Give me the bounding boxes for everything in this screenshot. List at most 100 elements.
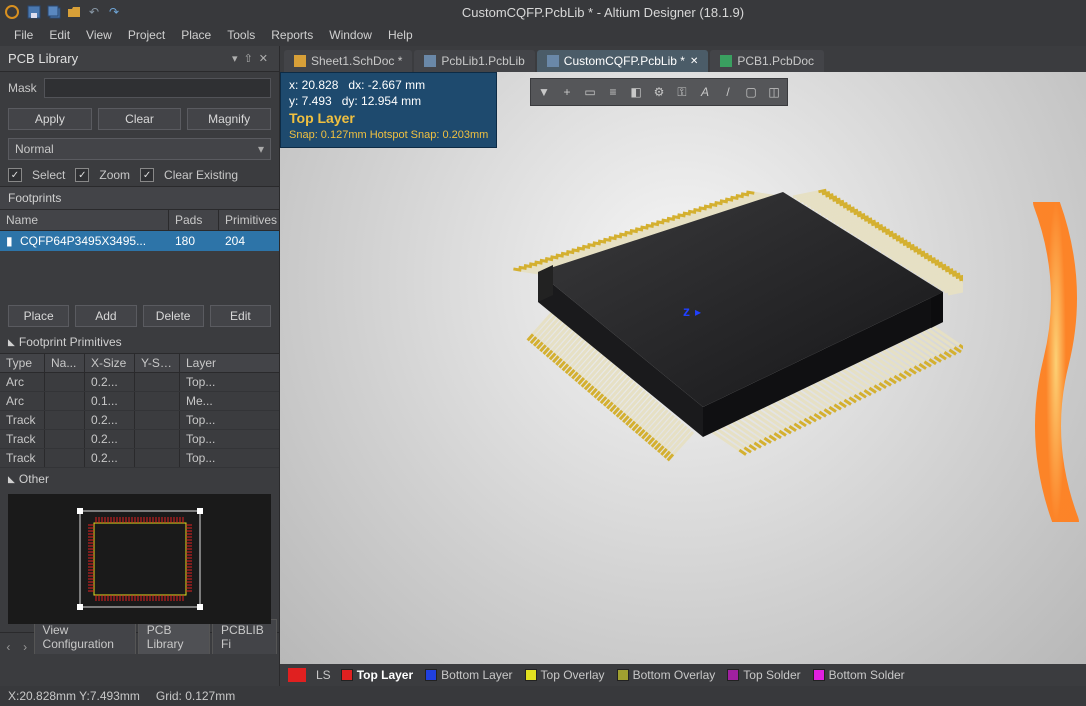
tab-scroll-left-icon[interactable]: ‹ xyxy=(0,640,17,654)
footprints-header: Footprints xyxy=(0,186,279,209)
footprint-preview[interactable] xyxy=(8,494,271,624)
zoom-label: Zoom xyxy=(99,168,130,182)
document-tabs: Sheet1.SchDoc * PcbLib1.PcbLib CustomCQFP.… xyxy=(280,46,1086,72)
eraser-icon[interactable]: ◧ xyxy=(625,81,647,103)
tab-close-icon[interactable]: ✕ xyxy=(690,56,698,67)
menu-file[interactable]: File xyxy=(6,26,41,44)
document-tab[interactable]: PcbLib1.PcbLib xyxy=(414,50,534,72)
region-icon[interactable]: ◫ xyxy=(763,81,785,103)
magnify-button[interactable]: Magnify xyxy=(187,108,271,130)
footprint-primitives-header[interactable]: Footprint Primitives xyxy=(0,331,279,353)
layer-item[interactable]: Bottom Layer xyxy=(425,668,512,682)
mask-combo[interactable] xyxy=(44,78,271,98)
primitive-row[interactable]: Track0.2...Top... xyxy=(0,430,279,449)
save-all-icon[interactable] xyxy=(46,4,62,20)
menu-project[interactable]: Project xyxy=(120,26,173,44)
add-button[interactable]: Add xyxy=(75,305,136,327)
clear-existing-checkbox[interactable]: ✓ xyxy=(140,168,154,182)
panel-close-icon[interactable]: ✕ xyxy=(259,52,268,65)
layer-label: Top Overlay xyxy=(541,668,605,682)
select-rect-icon[interactable]: ▭ xyxy=(579,81,601,103)
redo-icon[interactable]: ↷ xyxy=(106,4,122,20)
panel-footer-tabs: ‹ › View Configuration PCB Library PCBLI… xyxy=(0,632,279,654)
document-tab[interactable]: PCB1.PcbDoc xyxy=(710,50,824,72)
clear-button[interactable]: Clear xyxy=(98,108,182,130)
apply-button[interactable]: Apply xyxy=(8,108,92,130)
layer-item[interactable]: Top Solder xyxy=(727,668,800,682)
document-tab[interactable]: CustomCQFP.PcbLib * ✕ xyxy=(537,50,709,72)
active-layer-swatch[interactable] xyxy=(288,668,306,682)
open-folder-icon[interactable] xyxy=(66,4,82,20)
col-pads[interactable]: Pads xyxy=(169,210,219,230)
layer-bar: LS Top LayerBottom LayerTop OverlayBotto… xyxy=(280,664,1086,686)
col-ysize[interactable]: Y-Size xyxy=(135,354,180,372)
rect-icon[interactable]: ▢ xyxy=(740,81,762,103)
3d-viewport[interactable]: x: 20.828 dx: -2.667 mm y: 7.493 dy: 12.… xyxy=(280,72,1086,664)
gear-icon[interactable]: ⚙ xyxy=(648,81,670,103)
menu-window[interactable]: Window xyxy=(321,26,380,44)
col-layer[interactable]: Layer xyxy=(180,354,279,372)
layer-item[interactable]: Bottom Solder xyxy=(813,668,905,682)
menu-tools[interactable]: Tools xyxy=(219,26,263,44)
panel-pin-icon[interactable]: ⇧ xyxy=(244,52,253,65)
key-icon[interactable]: ⚿ xyxy=(671,81,693,103)
footer-tab-pcblib-fi[interactable]: PCBLIB Fi xyxy=(212,619,277,654)
line-icon[interactable]: / xyxy=(717,81,739,103)
primitive-row[interactable]: Track0.2...Top... xyxy=(0,411,279,430)
other-header[interactable]: Other xyxy=(0,468,279,490)
col-pname[interactable]: Na... xyxy=(45,354,85,372)
edit-button[interactable]: Edit xyxy=(210,305,271,327)
text-icon[interactable]: A xyxy=(694,81,716,103)
chip-3d-model: z ▸ xyxy=(403,152,963,582)
layer-item[interactable]: Top Layer xyxy=(341,668,413,682)
tab-label: CustomCQFP.PcbLib * xyxy=(564,54,685,68)
hud-overlay: x: 20.828 dx: -2.667 mm y: 7.493 dy: 12.… xyxy=(280,72,497,148)
layer-swatch-icon xyxy=(341,669,353,681)
footprint-row[interactable]: ▮ CQFP64P3495X3495... 180 204 xyxy=(0,231,279,251)
tab-scroll-right-icon[interactable]: › xyxy=(17,640,34,654)
menu-reports[interactable]: Reports xyxy=(263,26,321,44)
primitive-row[interactable]: Track0.2...Top... xyxy=(0,449,279,468)
col-primitives[interactable]: Primitives xyxy=(219,210,279,230)
col-type[interactable]: Type xyxy=(0,354,45,372)
select-checkbox[interactable]: ✓ xyxy=(8,168,22,182)
layer-item[interactable]: Bottom Overlay xyxy=(617,668,716,682)
primitive-row[interactable]: Arc0.1...Me... xyxy=(0,392,279,411)
menu-edit[interactable]: Edit xyxy=(41,26,78,44)
window-title: CustomCQFP.PcbLib * - Altium Designer (1… xyxy=(124,5,1082,20)
zoom-checkbox[interactable]: ✓ xyxy=(75,168,89,182)
footprints-table-header: Name Pads Primitives xyxy=(0,209,279,231)
tab-label: PcbLib1.PcbLib xyxy=(441,54,524,68)
col-xsize[interactable]: X-Size xyxy=(85,354,135,372)
document-tab[interactable]: Sheet1.SchDoc * xyxy=(284,50,412,72)
mask-label: Mask xyxy=(8,81,38,95)
tab-label: Sheet1.SchDoc * xyxy=(311,54,402,68)
app-logo-icon xyxy=(4,4,20,20)
primitive-row[interactable]: Arc0.2...Top... xyxy=(0,373,279,392)
footer-tab-pcb-library[interactable]: PCB Library xyxy=(138,619,210,654)
align-icon[interactable]: ≡ xyxy=(602,81,624,103)
menu-help[interactable]: Help xyxy=(380,26,421,44)
col-name[interactable]: Name xyxy=(0,210,169,230)
place-button[interactable]: Place xyxy=(8,305,69,327)
layer-item[interactable]: Top Overlay xyxy=(525,668,605,682)
layer-swatch-icon xyxy=(727,669,739,681)
filter-icon[interactable]: ▼ xyxy=(533,81,555,103)
layer-swatch-icon xyxy=(813,669,825,681)
save-icon[interactable] xyxy=(26,4,42,20)
pcb-library-panel: PCB Library ▾ ⇧ ✕ Mask Apply Clear Magni… xyxy=(0,46,280,686)
panel-dropdown-icon[interactable]: ▾ xyxy=(232,52,238,65)
crosshair-icon[interactable]: + xyxy=(556,81,578,103)
status-grid: Grid: 0.127mm xyxy=(156,689,235,703)
hud-layer: Top Layer xyxy=(289,109,488,128)
menu-place[interactable]: Place xyxy=(173,26,219,44)
axis-label-z: z xyxy=(683,303,690,319)
doc-icon xyxy=(720,55,732,67)
menu-view[interactable]: View xyxy=(78,26,120,44)
delete-button[interactable]: Delete xyxy=(143,305,204,327)
clear-existing-label: Clear Existing xyxy=(164,168,238,182)
undo-icon[interactable]: ↶ xyxy=(86,4,102,20)
footer-tab-view-conf[interactable]: View Configuration xyxy=(34,619,136,654)
footprint-primitives: 204 xyxy=(219,231,279,251)
mode-dropdown[interactable]: Normal xyxy=(8,138,271,160)
